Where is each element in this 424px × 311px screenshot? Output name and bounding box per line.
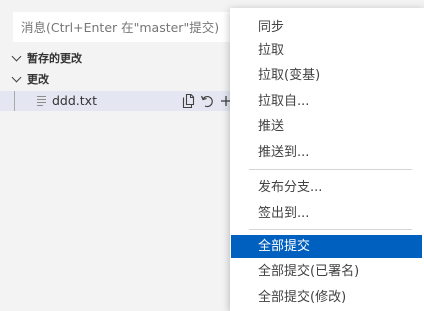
menu-item-commit-all[interactable]: 全部提交 xyxy=(231,235,422,258)
menu-item-publish-branch[interactable]: 发布分支... xyxy=(231,176,422,199)
changes-group[interactable]: 更改 xyxy=(0,69,240,89)
file-icon xyxy=(37,96,46,106)
menu-item-pull-from[interactable]: 拉取自... xyxy=(231,90,422,113)
menu-item-push[interactable]: 推送 xyxy=(231,115,422,138)
menu-separator xyxy=(249,169,412,170)
context-menu: 同步 拉取 拉取(变基) 拉取自... 推送 推送到... 发布分支... 签出… xyxy=(230,8,424,311)
staged-changes-group[interactable]: 暂存的更改 xyxy=(0,48,240,68)
menu-item-commit-all-signed-off[interactable]: 全部提交(已署名) xyxy=(231,260,422,283)
changed-file-row[interactable]: ddd.txt xyxy=(0,91,240,111)
file-name: ddd.txt xyxy=(52,93,97,108)
chevron-down-icon xyxy=(11,51,22,62)
chevron-down-icon xyxy=(11,72,22,83)
menu-item-push-to[interactable]: 推送到... xyxy=(231,141,422,164)
commit-message-input[interactable] xyxy=(13,12,238,42)
indent-guide xyxy=(14,91,15,111)
menu-item-sync[interactable]: 同步 xyxy=(231,16,422,39)
menu-item-checkout-to[interactable]: 签出到... xyxy=(231,202,422,225)
menu-item-pull-rebase[interactable]: 拉取(变基) xyxy=(231,64,422,87)
discard-changes-icon[interactable] xyxy=(199,93,215,109)
menu-item-pull[interactable]: 拉取 xyxy=(231,39,422,62)
menu-separator xyxy=(249,229,412,230)
menu-item-commit-all-amend[interactable]: 全部提交(修改) xyxy=(231,286,422,309)
staged-changes-label: 暂存的更改 xyxy=(27,52,82,65)
open-file-icon[interactable] xyxy=(180,93,196,109)
changes-label: 更改 xyxy=(27,73,49,86)
